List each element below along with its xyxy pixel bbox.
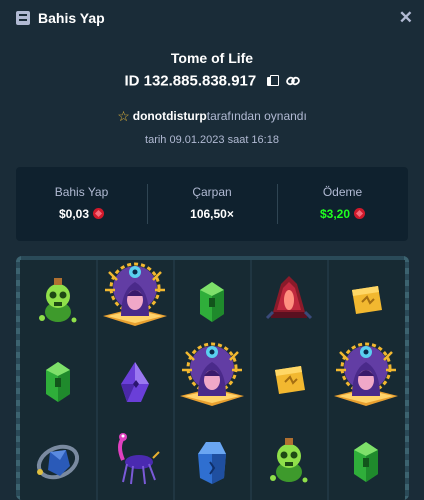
- bet-value-row: $0,03: [16, 207, 147, 221]
- modal-title: Bahis Yap: [38, 10, 105, 26]
- player-username[interactable]: donotdisturp: [133, 109, 207, 123]
- copy-icon[interactable]: [267, 75, 280, 87]
- played-by-suffix: tarafından oynandı: [206, 109, 307, 123]
- sorceress-tome-icon: [334, 342, 398, 406]
- green-gem-icon: [46, 362, 70, 402]
- slot-cell: [174, 340, 251, 420]
- multiplier-label: Çarpan: [192, 185, 232, 199]
- green-gem-icon: [200, 282, 224, 322]
- slot-cell: [328, 420, 405, 500]
- blue-stone-ring-icon: [36, 444, 80, 480]
- slot-cell: [251, 340, 328, 420]
- red-altar-icon: [265, 276, 313, 320]
- bet-value: $0,03: [58, 207, 90, 221]
- payout-value: $3,20: [319, 207, 351, 221]
- stat-bet: Bahis Yap $0,03: [16, 167, 147, 241]
- sorceress-tome-icon: [180, 342, 244, 406]
- bet-id-row: ID 132.885.838.917: [0, 72, 424, 90]
- multiplier-value: 106,50×: [190, 207, 234, 221]
- currency-icon: [93, 208, 105, 219]
- sorceress-tome-icon: [103, 262, 167, 326]
- gold-tablet-icon: [352, 286, 382, 314]
- slot-cell: [251, 420, 328, 500]
- slot-cell: [174, 260, 251, 340]
- skull-potion-icon: [270, 438, 308, 483]
- stat-payout: Ödeme $3,20: [277, 167, 408, 241]
- bet-slip-icon: [16, 11, 30, 25]
- slot-cell: [328, 260, 405, 340]
- skull-potion-icon: [39, 278, 77, 323]
- slot-board: [16, 256, 409, 500]
- star-icon[interactable]: ☆: [117, 108, 130, 125]
- gold-tablet-icon: [275, 366, 305, 394]
- slot-cell: [174, 420, 251, 500]
- bet-date: tarih 09.01.2023 saat 16:18: [145, 134, 279, 146]
- link-icon[interactable]: [285, 75, 300, 87]
- payout-label: Ödeme: [322, 185, 363, 199]
- slot-cell: [97, 340, 174, 420]
- slot-cell: [20, 420, 97, 500]
- bet-label: Bahis Yap: [54, 185, 109, 199]
- stat-multiplier: Çarpan 106,50×: [147, 167, 277, 241]
- played-by-row: ☆ donotdisturptarafından oynandı: [0, 108, 424, 125]
- bet-id: ID 132.885.838.917: [124, 72, 257, 90]
- slot-cell: [251, 260, 328, 340]
- slot-cell: [20, 340, 97, 420]
- close-icon[interactable]: ✕: [399, 8, 413, 28]
- slot-cell: [328, 340, 405, 420]
- bet-stats-panel: Bahis Yap $0,03 Çarpan 106,50× Ödeme $3,…: [16, 167, 408, 241]
- purple-creature-icon: [118, 433, 160, 485]
- green-gem-icon: [354, 442, 378, 482]
- purple-gem-icon: [121, 362, 149, 402]
- slot-cell: [97, 420, 174, 500]
- slot-grid: [20, 260, 405, 500]
- blue-gem-icon: [198, 442, 226, 484]
- game-name[interactable]: Tome of Life: [0, 50, 424, 66]
- currency-icon: [354, 208, 366, 219]
- modal-header: Bahis Yap ✕: [0, 0, 424, 38]
- slot-cell: [97, 260, 174, 340]
- payout-value-row: $3,20: [277, 207, 408, 221]
- slot-cell: [20, 260, 97, 340]
